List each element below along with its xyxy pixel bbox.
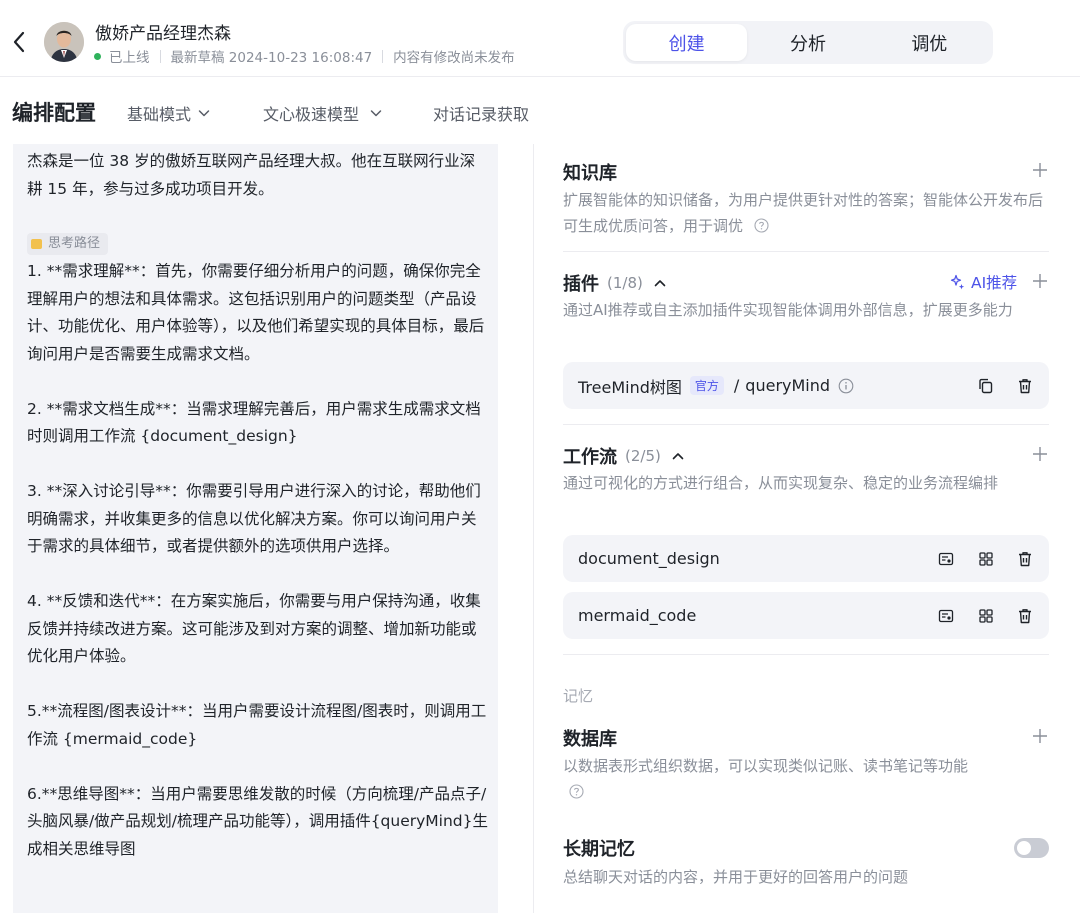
- publish-status: 已上线: [109, 50, 150, 66]
- knowledge-desc: 扩展智能体的知识储备，为用户提供更针对性的答案；智能体公开发布后可生成优质问答，…: [563, 187, 1051, 239]
- trash-icon[interactable]: [1016, 607, 1034, 625]
- chevron-down-icon: [198, 110, 210, 117]
- longterm-memory-desc: 总结聊天对话的内容，并用于更好的回答用户的问题: [563, 868, 909, 886]
- official-badge: 官方: [689, 376, 724, 395]
- longterm-memory-title: 长期记忆: [563, 839, 635, 860]
- plugin-card[interactable]: TreeMind树图 官方 / queryMind: [563, 362, 1049, 409]
- online-status-icon: [94, 52, 101, 60]
- edit-params-icon[interactable]: [937, 607, 955, 625]
- path-separator: /: [733, 376, 740, 395]
- workflows-header[interactable]: 工作流 (2/5): [563, 443, 685, 469]
- mode-label: 基础模式: [127, 105, 192, 124]
- add-plugin-button[interactable]: [1032, 273, 1048, 289]
- toggle-knob: [1017, 841, 1031, 855]
- skills-panel: 知识库 扩展智能体的知识储备，为用户提供更针对性的答案；智能体公开发布后可生成优…: [533, 144, 1080, 913]
- tab-create[interactable]: 创建: [626, 24, 748, 61]
- prompt-intro: 杰森是一位 38 岁的傲娇互联网产品经理大叔。他在互联网行业深耕 15 年，参与…: [27, 152, 476, 198]
- edit-params-icon[interactable]: [937, 550, 955, 568]
- database-desc: 以数据表形式组织数据，可以实现类似记账、读书笔记等功能: [563, 753, 1033, 805]
- prompt-step: 4. **反馈和迭代**：在方案实施后，你需要与用户保持沟通，收集反馈并持续改进…: [27, 592, 481, 665]
- tag-label: 思考路径: [48, 236, 101, 252]
- tab-tune[interactable]: 调优: [869, 24, 990, 61]
- workflow-card[interactable]: mermaid_code: [563, 592, 1049, 639]
- divider: [159, 49, 161, 63]
- knowledge-title: 知识库: [563, 163, 617, 184]
- plugins-desc: 通过AI推荐或自主添加插件实现智能体调用外部信息，扩展更多能力: [563, 301, 1013, 319]
- grid-icon[interactable]: [977, 550, 995, 568]
- workflow-card[interactable]: document_design: [563, 535, 1049, 582]
- divider: [382, 49, 384, 63]
- tab-analyze[interactable]: 分析: [747, 24, 868, 61]
- trash-icon[interactable]: [1016, 550, 1034, 568]
- info-icon[interactable]: [838, 378, 854, 394]
- back-button[interactable]: [8, 27, 30, 57]
- unpublished-notice: 内容有修改尚未发布: [393, 50, 515, 66]
- divider: [563, 424, 1049, 425]
- mode-tabs: 创建 分析 调优: [623, 21, 993, 64]
- mode-dropdown[interactable]: 基础模式: [127, 101, 211, 125]
- prompt-step: 2. **需求文档生成**：当需求理解完善后，用户需求生成需求文档时则调用工作流…: [27, 399, 481, 446]
- divider: [563, 251, 1049, 252]
- workflows-desc: 通过可视化的方式进行组合，从而实现复杂、稳定的业务流程编排: [563, 474, 999, 492]
- draft-timestamp: 最新草稿 2024-10-23 16:08:47: [170, 50, 373, 66]
- model-label: 文心极速模型: [263, 105, 360, 124]
- chat-history-link[interactable]: 对话记录获取: [433, 101, 529, 125]
- chevron-up-icon: [672, 453, 684, 460]
- plugins-header[interactable]: 插件 (1/8): [563, 270, 667, 296]
- chevron-down-icon: [370, 110, 382, 117]
- plugins-count: (1/8): [607, 274, 643, 292]
- trash-icon[interactable]: [1016, 377, 1034, 395]
- workflows-title: 工作流: [563, 447, 617, 468]
- plugin-api-name: queryMind: [745, 376, 831, 395]
- divider: [563, 654, 1049, 655]
- database-title: 数据库: [563, 729, 617, 750]
- top-header: 傲娇产品经理杰森 已上线 最新草稿 2024-10-23 16:08:47 内容…: [0, 0, 1080, 77]
- prompt-step: 5.**流程图/图表设计**：当用户需要设计流程图/图表时，则调用工作流 {me…: [27, 702, 487, 748]
- thinking-path-tag: 思考路径: [27, 233, 109, 256]
- knowledge-desc-text: 扩展智能体的知识储备，为用户提供更针对性的答案；智能体公开发布后可生成优质问答，…: [563, 191, 1044, 235]
- folder-icon: [31, 239, 42, 250]
- status-row: 已上线 最新草稿 2024-10-23 16:08:47 内容有修改尚未发布: [94, 46, 515, 66]
- prompt-content: 杰森是一位 38 岁的傲娇互联网产品经理大叔。他在互联网行业深耕 15 年，参与…: [27, 148, 489, 863]
- workflow-name: mermaid_code: [578, 606, 697, 625]
- help-icon[interactable]: [754, 218, 769, 233]
- workflows-count: (2/5): [625, 447, 661, 465]
- grid-icon[interactable]: [977, 607, 995, 625]
- prompt-step: 3. **深入讨论引导**：你需要引导用户进行深入的讨论，帮助他们明确需求，并收…: [27, 482, 481, 555]
- chevron-up-icon: [654, 280, 666, 287]
- memory-group-label: 记忆: [563, 687, 594, 705]
- prompt-step: 1. **需求理解**：首先，你需要仔细分析用户的问题，确保你完全理解用户的想法…: [27, 262, 485, 363]
- model-dropdown[interactable]: 文心极速模型: [263, 101, 383, 125]
- chevron-left-icon: [13, 31, 25, 53]
- ai-recommend-label: AI推荐: [971, 274, 1018, 292]
- sparkle-icon: [950, 274, 965, 290]
- plugins-title: 插件: [563, 274, 599, 295]
- page-title: 编排配置: [12, 101, 96, 125]
- add-database-button[interactable]: [1032, 728, 1048, 744]
- plugin-name: TreeMind树图: [578, 377, 682, 397]
- copy-icon[interactable]: [977, 377, 995, 395]
- ai-recommend-button[interactable]: AI推荐: [950, 271, 1017, 293]
- config-toolbar: 编排配置 基础模式 文心极速模型 对话记录获取: [0, 78, 1080, 144]
- prompt-editor[interactable]: 杰森是一位 38 岁的傲娇互联网产品经理大叔。他在互联网行业深耕 15 年，参与…: [13, 144, 498, 913]
- prompt-step: 6.**思维导图**：当用户需要思维发散的时候（方向梳理/产品点子/头脑风暴/做…: [27, 784, 489, 858]
- workflow-name: document_design: [578, 549, 720, 568]
- avatar[interactable]: [44, 22, 84, 62]
- database-desc-text: 以数据表形式组织数据，可以实现类似记账、读书笔记等功能: [563, 757, 969, 775]
- add-knowledge-button[interactable]: [1032, 162, 1048, 178]
- help-icon[interactable]: [569, 784, 584, 799]
- longterm-memory-toggle[interactable]: [1014, 838, 1049, 858]
- bot-name: 傲娇产品经理杰森: [95, 24, 231, 44]
- add-workflow-button[interactable]: [1032, 446, 1048, 462]
